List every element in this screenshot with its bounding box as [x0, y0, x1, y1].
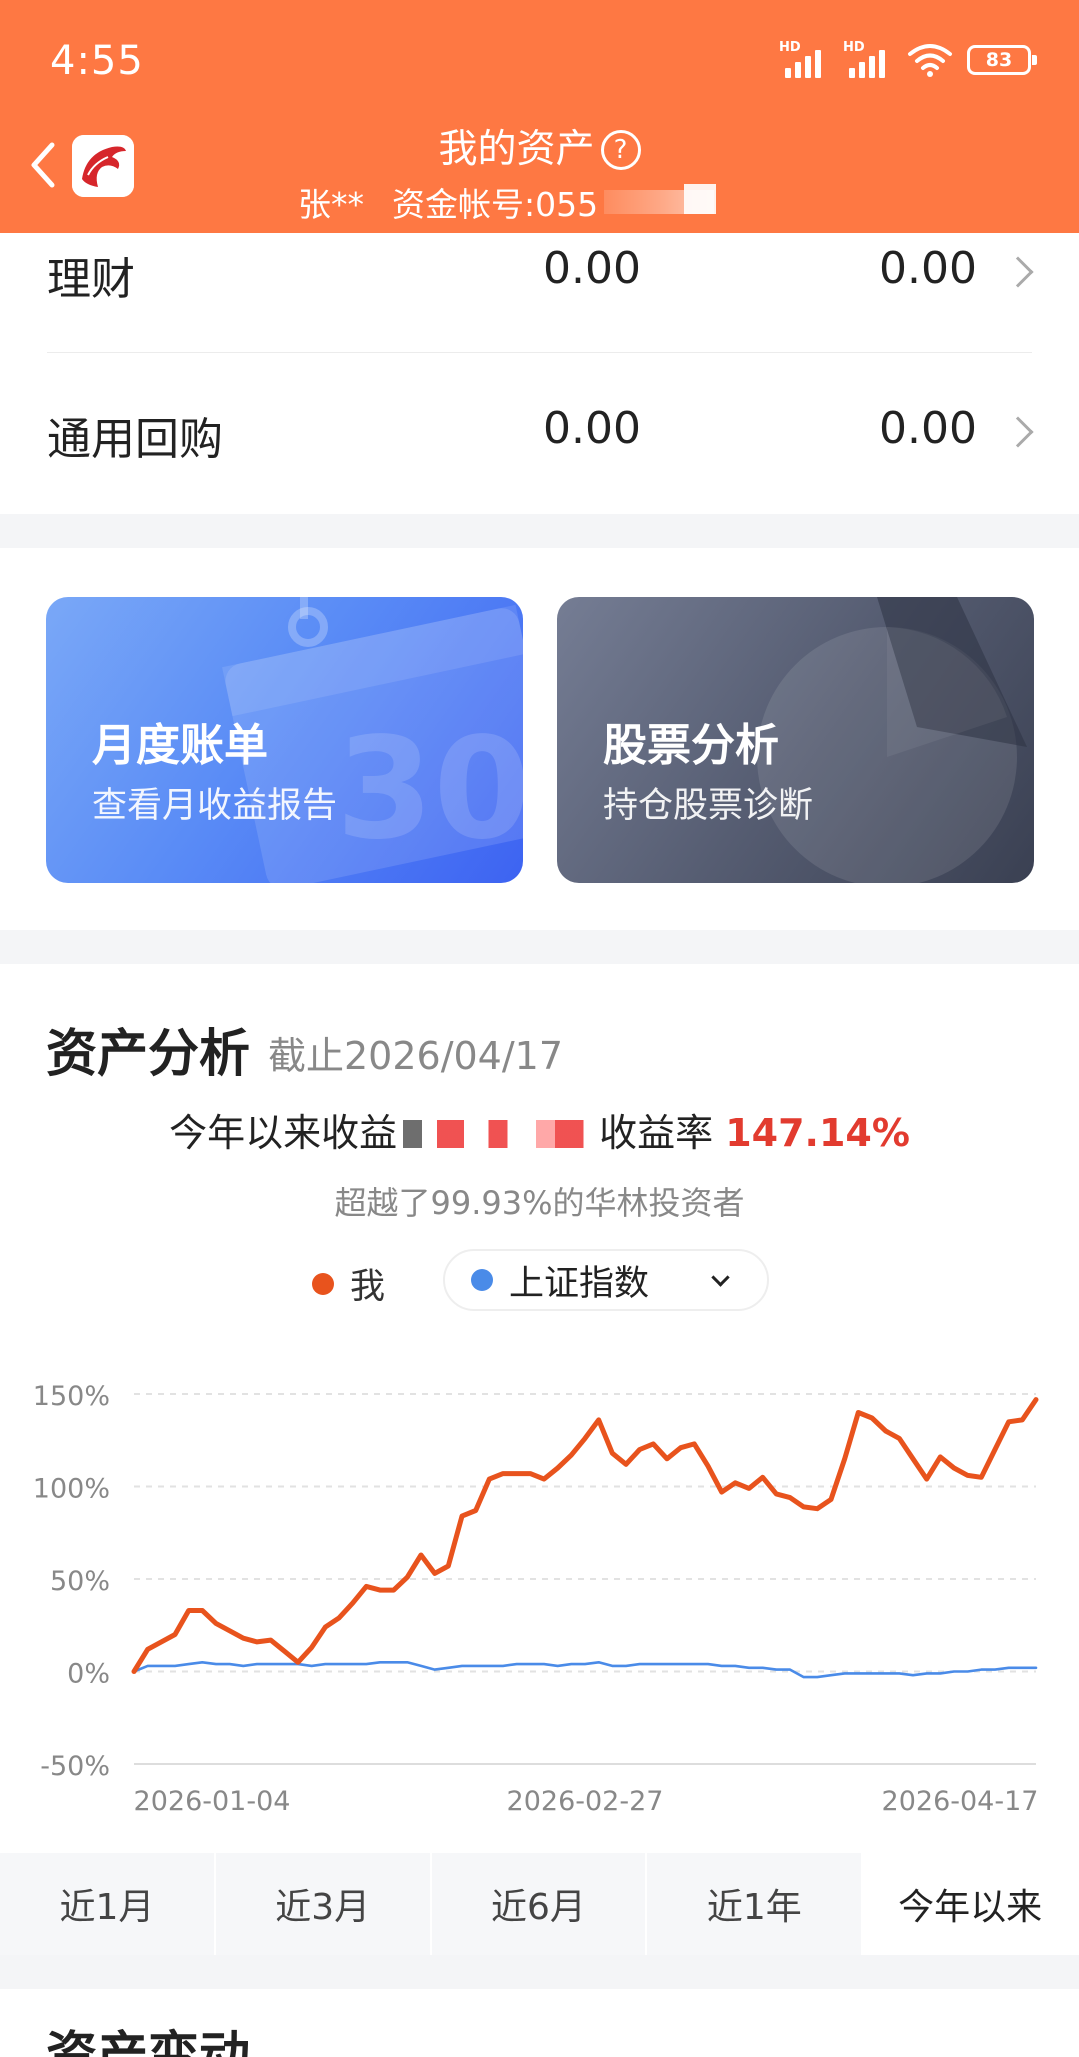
- asset-row-wealth[interactable]: 理财 0.00 0.00: [0, 233, 1079, 353]
- asset-list: 理财 0.00 0.00 通用回购 0.00 0.00: [0, 233, 1079, 465]
- battery-icon: 83: [967, 45, 1037, 75]
- masked-amount: [403, 1120, 594, 1148]
- y-tick-label: -50%: [40, 1751, 110, 1782]
- asset-value-1: 0.00: [543, 403, 641, 454]
- section-title-asset-analysis: 资产分析: [46, 1025, 251, 1084]
- section-divider: [0, 514, 1079, 548]
- account-number: 资金帐号:055: [392, 185, 599, 224]
- asset-label: 通用回购: [47, 414, 223, 465]
- y-tick-label: 100%: [33, 1474, 110, 1505]
- app-header: 4:55 HD HD 83 我的资产? 张** 资金帐号:055: [0, 0, 1079, 233]
- x-tick-label: 2026-02-27: [507, 1786, 664, 1817]
- rate-value: 147.14%: [725, 1111, 910, 1155]
- asset-row-repo[interactable]: 通用回购 0.00 0.00: [0, 353, 1079, 514]
- beat-investors-text: 超越了99.93%的华林投资者: [334, 1184, 745, 1222]
- chevron-down-icon: [711, 1268, 730, 1287]
- section-title-asset-changes: 资产变动: [46, 2027, 251, 2057]
- ytd-return-summary: 今年以来收益 收益率 147.14%: [0, 1102, 1079, 1157]
- calendar-day-text: 30: [336, 708, 523, 871]
- y-tick-label: 50%: [50, 1566, 110, 1597]
- help-icon[interactable]: ?: [600, 130, 641, 170]
- return-comparison-chart: 150% 100% 50% 0% -50% 2026-01-04 2026-02-27 202…: [33, 1381, 1039, 1817]
- account-info: 张** 资金帐号:055: [298, 178, 717, 226]
- y-tick-label: 150%: [33, 1381, 110, 1412]
- card-title: 月度账单: [92, 720, 268, 771]
- index-selector[interactable]: 上证指数: [443, 1249, 769, 1311]
- cellular-signal-icon: HD: [779, 40, 829, 78]
- page-title-text: 我的资产: [438, 127, 595, 172]
- tab-6-months[interactable]: 近6月: [432, 1853, 648, 1955]
- ytd-label: 今年以来收益: [169, 1111, 398, 1155]
- tab-1-year[interactable]: 近1年: [647, 1853, 864, 1955]
- card-subtitle: 查看月收益报告: [92, 786, 338, 826]
- asset-value-1: 0.00: [543, 243, 641, 294]
- account-holder-name: 张**: [298, 185, 364, 224]
- asset-label: 理财: [47, 254, 135, 305]
- as-of-date: 截止2026/04/17: [268, 1034, 564, 1078]
- stock-analysis-card[interactable]: 股票分析 持仓股票诊断: [557, 597, 1034, 883]
- legend-me: 我: [312, 1258, 385, 1309]
- monthly-bill-card[interactable]: 30 月度账单 查看月收益报告: [46, 597, 523, 883]
- section-divider: [0, 1955, 1079, 1989]
- series-line-index: [132, 1660, 1038, 1679]
- section-divider: [0, 930, 1079, 964]
- status-icons: HD HD 83: [779, 40, 1037, 80]
- legend-me-label: 我: [350, 1267, 386, 1307]
- legend-dot-me: [312, 1272, 334, 1295]
- x-tick-label: 2026-01-04: [134, 1786, 291, 1817]
- card-title: 股票分析: [603, 720, 779, 771]
- tab-year-to-date[interactable]: 今年以来: [863, 1853, 1079, 1955]
- tab-3-months[interactable]: 近3月: [216, 1853, 432, 1955]
- page-title: 我的资产?: [0, 118, 1079, 174]
- card-subtitle: 持仓股票诊断: [603, 786, 814, 826]
- account-number-mask: [604, 184, 717, 214]
- tab-1-month[interactable]: 近1月: [0, 1853, 216, 1955]
- period-tabs: 近1月 近3月 近6月 近1年 今年以来: [0, 1853, 1079, 1955]
- rate-label: 收益率: [599, 1111, 714, 1155]
- chevron-right-icon: [1002, 416, 1034, 448]
- cellular-signal-icon-2: HD: [843, 40, 893, 78]
- asset-value-2: 0.00: [879, 403, 977, 454]
- y-tick-label: 0%: [67, 1659, 110, 1690]
- x-tick-label: 2026-04-17: [882, 1786, 1039, 1817]
- asset-value-2: 0.00: [879, 243, 977, 294]
- series-line-me: [131, 1397, 1039, 1674]
- legend-dot-index: [471, 1269, 493, 1291]
- status-time: 4:55: [50, 38, 144, 84]
- chevron-right-icon: [1002, 256, 1034, 288]
- wifi-icon: [908, 44, 952, 77]
- index-name: 上证指数: [509, 1263, 650, 1304]
